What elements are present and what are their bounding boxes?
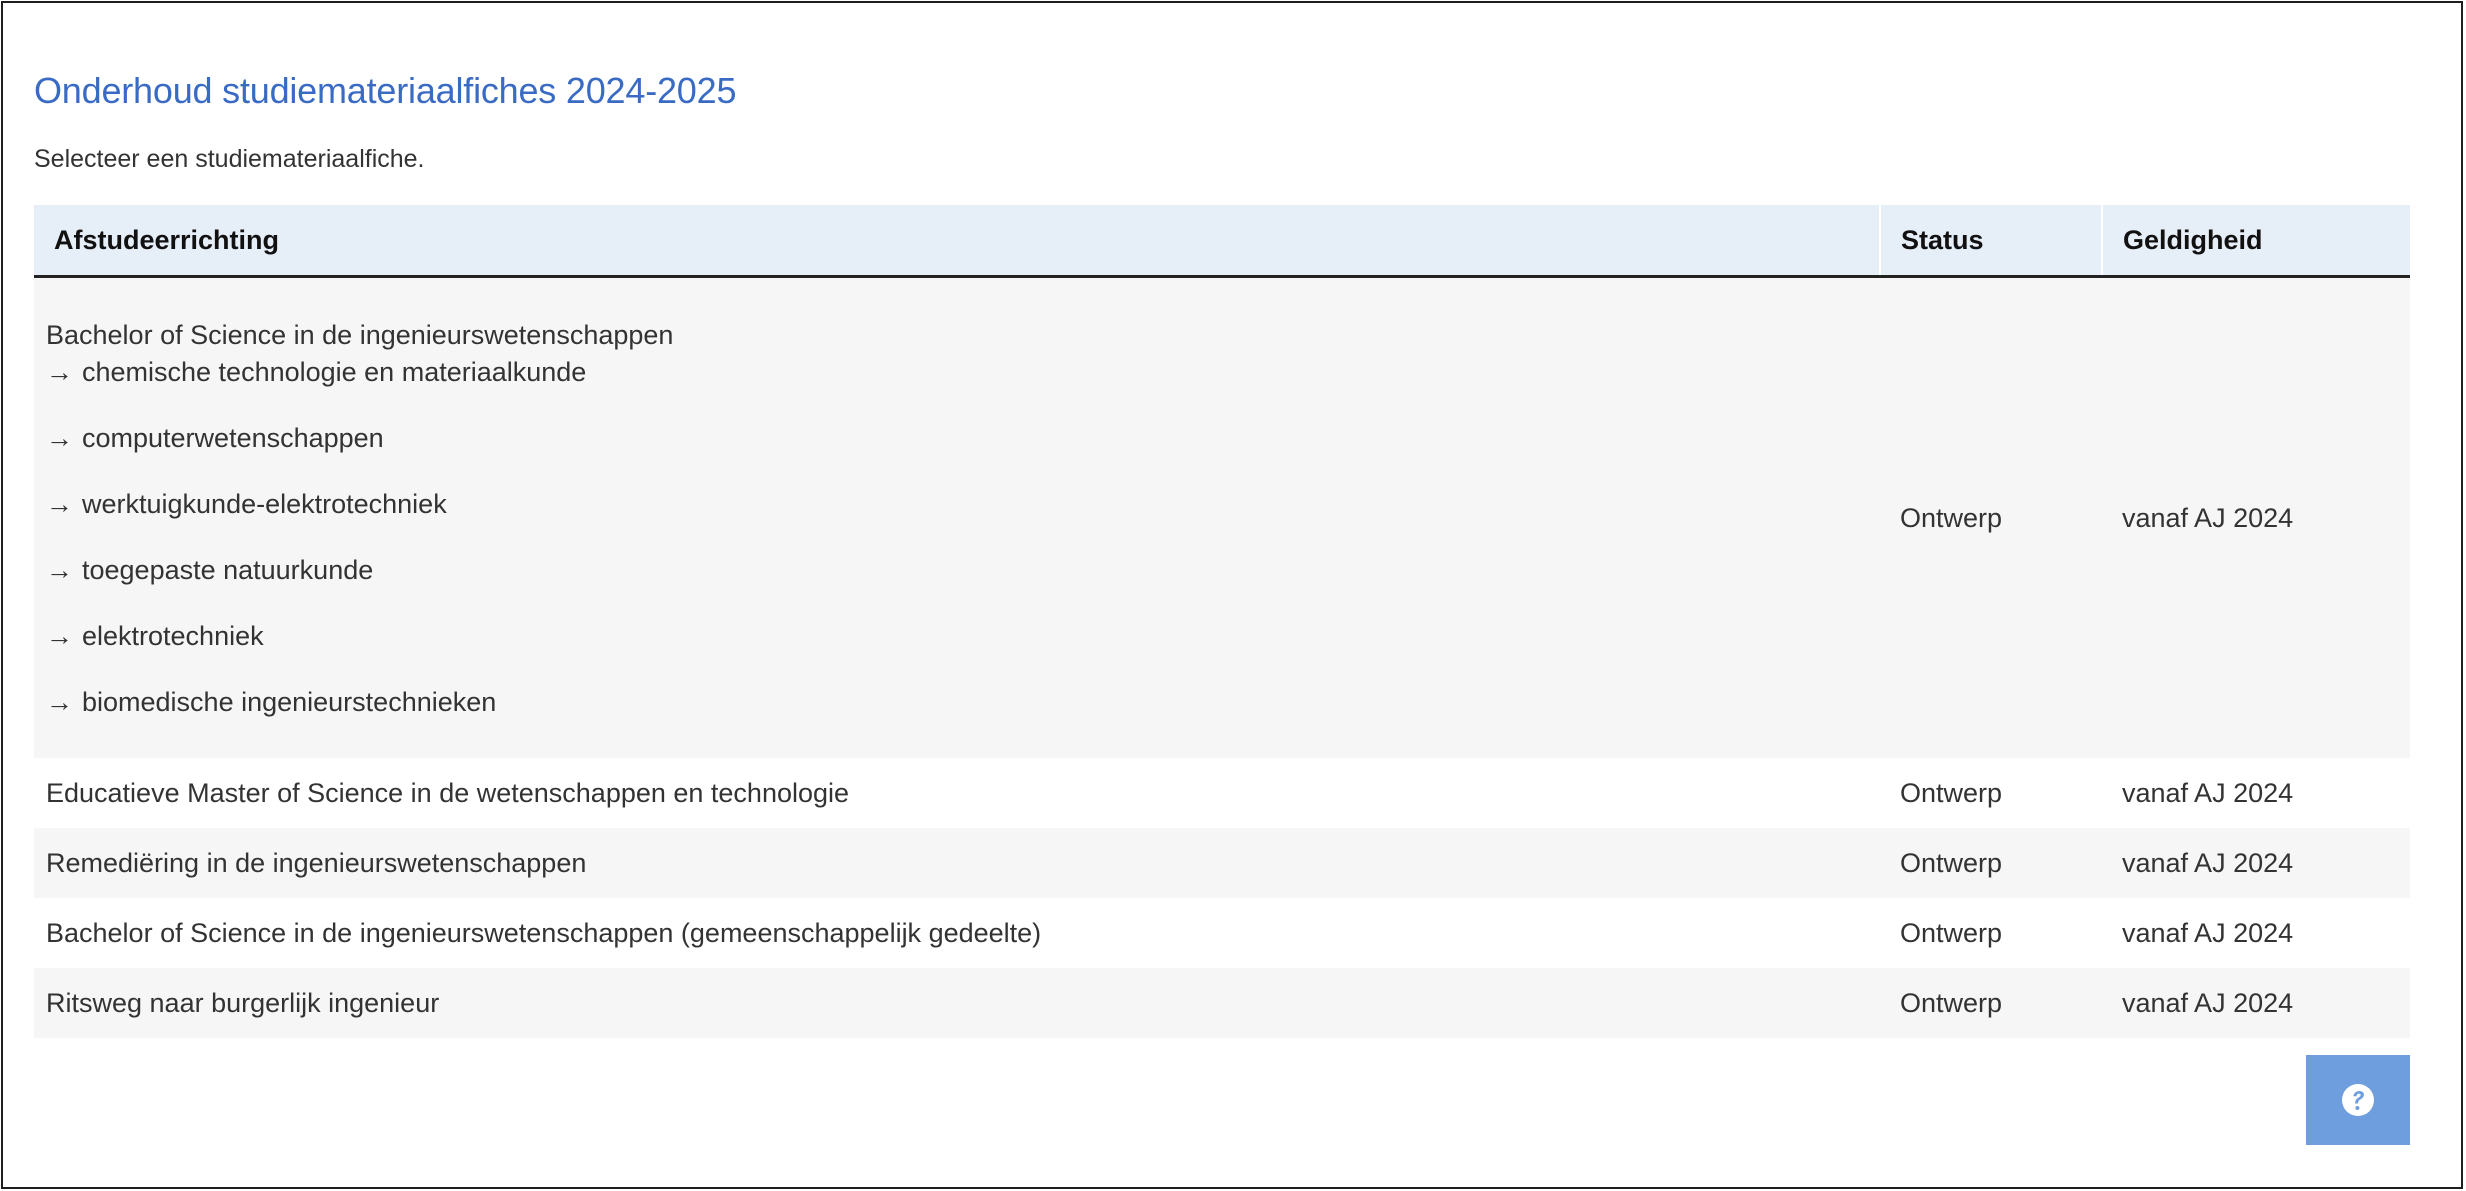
- intro-text: Selecteer een studiemateriaalfiche.: [34, 145, 425, 173]
- list-item[interactable]: → elektrotechniek: [46, 619, 1868, 653]
- subitem-label[interactable]: chemische technologie en materiaalkunde: [82, 357, 586, 387]
- study-material-table: Afstudeerrichting Status Geldigheid Bach…: [34, 205, 2410, 1038]
- row-name-cell[interactable]: Bachelor of Science in de ingenieurswete…: [34, 898, 1880, 968]
- arrow-right-icon: →: [46, 621, 73, 651]
- list-item[interactable]: → werktuigkunde-elektrotechniek: [46, 487, 1868, 521]
- arrow-right-icon: →: [46, 687, 73, 717]
- subitem-list: → chemische technologie en materiaalkunde…: [46, 355, 1868, 719]
- row-name-cell[interactable]: Educatieve Master of Science in de weten…: [34, 758, 1880, 828]
- table-row[interactable]: Ritsweg naar burgerlijk ingenieur Ontwer…: [34, 968, 2410, 1038]
- arrow-right-icon: →: [46, 555, 73, 585]
- status-cell: Ontwerp: [1880, 968, 2102, 1038]
- arrow-right-icon: →: [46, 423, 73, 453]
- subitem-label[interactable]: elektrotechniek: [82, 621, 264, 651]
- status-cell: Ontwerp: [1880, 828, 2102, 898]
- row-name-cell[interactable]: Remediëring in de ingenieurswetenschappe…: [34, 828, 1880, 898]
- list-item[interactable]: → toegepaste natuurkunde: [46, 553, 1868, 587]
- arrow-right-icon: →: [46, 357, 73, 387]
- validity-cell: vanaf AJ 2024: [2102, 898, 2410, 968]
- validity-cell: vanaf AJ 2024: [2102, 828, 2410, 898]
- status-cell: Ontwerp: [1880, 758, 2102, 828]
- validity-cell: vanaf AJ 2024: [2102, 758, 2410, 828]
- row-name-cell[interactable]: Ritsweg naar burgerlijk ingenieur: [34, 968, 1880, 1038]
- subitem-label[interactable]: werktuigkunde-elektrotechniek: [82, 489, 447, 519]
- main-program-title[interactable]: Bachelor of Science in de ingenieurswete…: [46, 317, 1868, 353]
- table-row[interactable]: Educatieve Master of Science in de weten…: [34, 758, 2410, 828]
- help-icon: [2342, 1084, 2374, 1116]
- window-frame: Onderhoud studiemateriaalfiches 2024-202…: [1, 1, 2463, 1189]
- subitem-label[interactable]: toegepaste natuurkunde: [82, 555, 373, 585]
- table-row[interactable]: Remediëring in de ingenieurswetenschappe…: [34, 828, 2410, 898]
- help-button[interactable]: [2306, 1055, 2410, 1145]
- status-cell: Ontwerp: [1880, 276, 2102, 758]
- page-title: Onderhoud studiemateriaalfiches 2024-202…: [34, 70, 737, 111]
- table-row[interactable]: Bachelor of Science in de ingenieurswete…: [34, 276, 2410, 758]
- list-item[interactable]: → chemische technologie en materiaalkunde: [46, 355, 1868, 389]
- row-name-cell[interactable]: Bachelor of Science in de ingenieurswete…: [34, 276, 1880, 758]
- column-header-status[interactable]: Status: [1880, 205, 2103, 278]
- status-cell: Ontwerp: [1880, 898, 2102, 968]
- subitem-label[interactable]: computerwetenschappen: [82, 423, 384, 453]
- arrow-right-icon: →: [46, 489, 73, 519]
- table-header-row: Afstudeerrichting Status Geldigheid: [34, 205, 2410, 278]
- column-header-geldigheid[interactable]: Geldigheid: [2102, 205, 2410, 278]
- table-row[interactable]: Bachelor of Science in de ingenieurswete…: [34, 898, 2410, 968]
- list-item[interactable]: → biomedische ingenieurstechnieken: [46, 685, 1868, 719]
- validity-cell: vanaf AJ 2024: [2102, 968, 2410, 1038]
- column-header-afstudeerrichting[interactable]: Afstudeerrichting: [34, 205, 1881, 278]
- subitem-label[interactable]: biomedische ingenieurstechnieken: [82, 687, 496, 717]
- list-item[interactable]: → computerwetenschappen: [46, 421, 1868, 455]
- validity-cell: vanaf AJ 2024: [2102, 276, 2410, 758]
